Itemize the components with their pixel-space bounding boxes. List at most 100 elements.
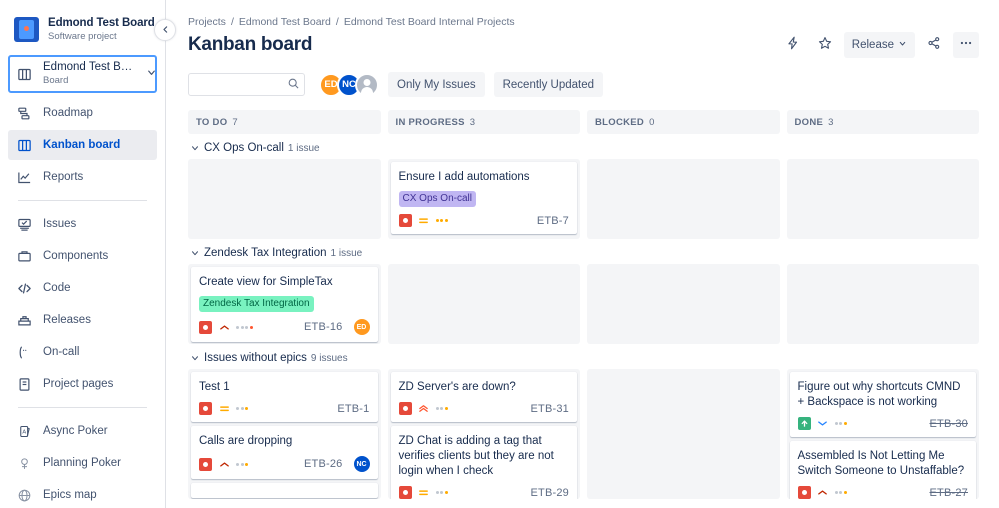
column-header-done: DONE 3: [786, 110, 979, 134]
lane-cell-todo[interactable]: Test 1 ETB-1 Calls are dropping ETB-26 N…: [188, 369, 381, 499]
swimlane-header-issues-without-epics[interactable]: Issues without epics 9 issues: [188, 344, 979, 369]
issue-key[interactable]: ETB-26: [304, 458, 343, 470]
more-actions-button[interactable]: [953, 32, 979, 58]
column-name: BLOCKED: [595, 116, 645, 128]
card-title: ZD Server's are down?: [398, 381, 516, 393]
issue-key[interactable]: ETB-16: [304, 321, 343, 333]
breadcrumb-internal-projects[interactable]: Edmond Test Board Internal Projects: [344, 16, 515, 28]
breadcrumb-board[interactable]: Edmond Test Board: [239, 16, 331, 28]
board-toolbar: ED NC Only My Issues Recently Updated: [188, 72, 979, 97]
issue-key[interactable]: ETB-27: [930, 487, 969, 499]
issue-key[interactable]: ETB-31: [531, 403, 570, 415]
star-button[interactable]: [812, 32, 838, 58]
sidebar-item-issues[interactable]: Issues: [8, 209, 157, 239]
filter-only-my-issues[interactable]: Only My Issues: [388, 72, 485, 97]
sidebar-item-releases[interactable]: Releases: [8, 305, 157, 335]
board-icon: [16, 137, 32, 153]
sidebar-item-reports[interactable]: Reports: [8, 162, 157, 192]
lane-cell-blocked[interactable]: [587, 159, 780, 239]
issue-card[interactable]: Calls are dropping ETB-26 NC: [191, 426, 378, 479]
breadcrumb-projects[interactable]: Projects: [188, 16, 226, 28]
issues-icon: [16, 216, 32, 232]
jira-kanban-app: Edmond Test Board Software project Edmon…: [0, 0, 999, 508]
epic-label[interactable]: Zendesk Tax Integration: [199, 296, 314, 312]
medium-priority-icon: [218, 403, 230, 415]
column-header-todo: TO DO 7: [188, 110, 381, 134]
column-count: 0: [649, 116, 655, 128]
lane-cell-todo[interactable]: Create view for SimpleTax Zendesk Tax In…: [188, 264, 381, 344]
issue-key[interactable]: ETB-7: [537, 215, 569, 227]
issue-card[interactable]: Figure out why shortcuts CMND + Backspac…: [789, 372, 976, 437]
card-dots-icon: [834, 491, 847, 494]
share-button[interactable]: [921, 32, 947, 58]
medium-priority-icon: [418, 215, 430, 227]
chevron-down-icon: [146, 67, 157, 81]
sidebar-item-label: Kanban board: [43, 139, 121, 151]
filter-recently-updated[interactable]: Recently Updated: [493, 72, 604, 97]
swimlane-header-cx-ops-on-call[interactable]: CX Ops On-call 1 issue: [188, 134, 979, 159]
issue-key[interactable]: ETB-30: [930, 418, 969, 430]
avatar-group: ED NC: [319, 72, 379, 97]
issue-card[interactable]: ZD Server's are down? ETB-31: [390, 372, 577, 422]
swimlane-name: CX Ops On-call: [204, 142, 284, 154]
issue-card[interactable]: ZD Chat is adding a tag that verifies cl…: [390, 426, 577, 499]
search-input[interactable]: [188, 73, 305, 96]
sidebar-item-on-call[interactable]: On-call: [8, 337, 157, 367]
lane-cell-blocked[interactable]: [587, 264, 780, 344]
card-footer: ETB-29: [398, 486, 570, 499]
issue-card[interactable]: Test 1 ETB-1: [191, 372, 378, 422]
column-name: DONE: [794, 116, 824, 128]
lane-cell-done[interactable]: Figure out why shortcuts CMND + Backspac…: [786, 369, 979, 499]
lane-cell-done[interactable]: [786, 264, 979, 344]
swimlane-name: Issues without epics: [204, 352, 307, 364]
project-header[interactable]: Edmond Test Board Software project: [0, 0, 165, 55]
card-dots-icon: [435, 407, 448, 410]
lane-cell-in-progress[interactable]: ZD Server's are down? ETB-31 ZD Chat is …: [387, 369, 580, 499]
search-wrapper: [188, 73, 305, 96]
sidebar-collapse-button[interactable]: [154, 19, 176, 41]
sidebar-board-selector[interactable]: Edmond Test Boar... Board: [8, 55, 157, 93]
column-name: TO DO: [196, 116, 228, 128]
issue-key[interactable]: ETB-1: [337, 403, 369, 415]
sidebar-item-project-pages[interactable]: Project pages: [8, 369, 157, 399]
board-icon: [16, 66, 32, 82]
avatar-unassigned-icon[interactable]: [355, 72, 379, 97]
sidebar-item-label: Releases: [43, 314, 91, 326]
breadcrumb-separator: /: [230, 16, 234, 28]
swimlane-header-zendesk-tax-integration[interactable]: Zendesk Tax Integration 1 issue: [188, 239, 979, 264]
automation-button[interactable]: [780, 32, 806, 58]
issue-card-partial[interactable]: [191, 483, 378, 498]
sidebar-item-components[interactable]: Components: [8, 241, 157, 271]
components-icon: [16, 248, 32, 264]
sidebar-item-code[interactable]: Code: [8, 273, 157, 303]
lane-cell-done[interactable]: [786, 159, 979, 239]
lane-cell-in-progress[interactable]: [387, 264, 580, 344]
sidebar-item-label: Roadmap: [43, 107, 93, 119]
avatar[interactable]: ED: [353, 319, 370, 335]
lane-cell-in-progress[interactable]: Ensure I add automations CX Ops On-call …: [387, 159, 580, 239]
card-title: Figure out why shortcuts CMND + Backspac…: [797, 381, 961, 408]
low-priority-icon: [817, 418, 829, 430]
lane-cell-blocked[interactable]: [587, 369, 780, 499]
project-sidebar: Edmond Test Board Software project Edmon…: [0, 0, 176, 508]
project-type: Software project: [48, 31, 117, 42]
sidebar-item-kanban-board[interactable]: Kanban board: [8, 130, 157, 160]
sidebar-item-async-poker[interactable]: A Async Poker: [8, 416, 157, 446]
card-dots-icon: [236, 462, 248, 466]
sidebar-item-roadmap[interactable]: Roadmap: [8, 98, 157, 128]
issue-card[interactable]: Create view for SimpleTax Zendesk Tax In…: [191, 267, 378, 342]
issue-card[interactable]: Ensure I add automations CX Ops On-call …: [390, 162, 577, 234]
bug-icon: [398, 402, 412, 415]
swimlane-row: Create view for SimpleTax Zendesk Tax In…: [188, 264, 979, 344]
issue-key[interactable]: ETB-29: [531, 487, 570, 499]
sidebar-item-epics-map[interactable]: Epics map: [8, 480, 157, 508]
reports-icon: [16, 169, 32, 185]
release-button[interactable]: Release: [843, 32, 915, 58]
avatar[interactable]: NC: [353, 456, 370, 472]
lane-cell-todo[interactable]: [188, 159, 381, 239]
board-selector-subtitle: Board: [43, 75, 69, 86]
project-name: Edmond Test Board: [48, 17, 155, 29]
sidebar-item-planning-poker[interactable]: Planning Poker: [8, 448, 157, 478]
issue-card[interactable]: Assembled Is Not Letting Me Switch Someo…: [789, 441, 976, 499]
epic-label[interactable]: CX Ops On-call: [398, 191, 476, 207]
